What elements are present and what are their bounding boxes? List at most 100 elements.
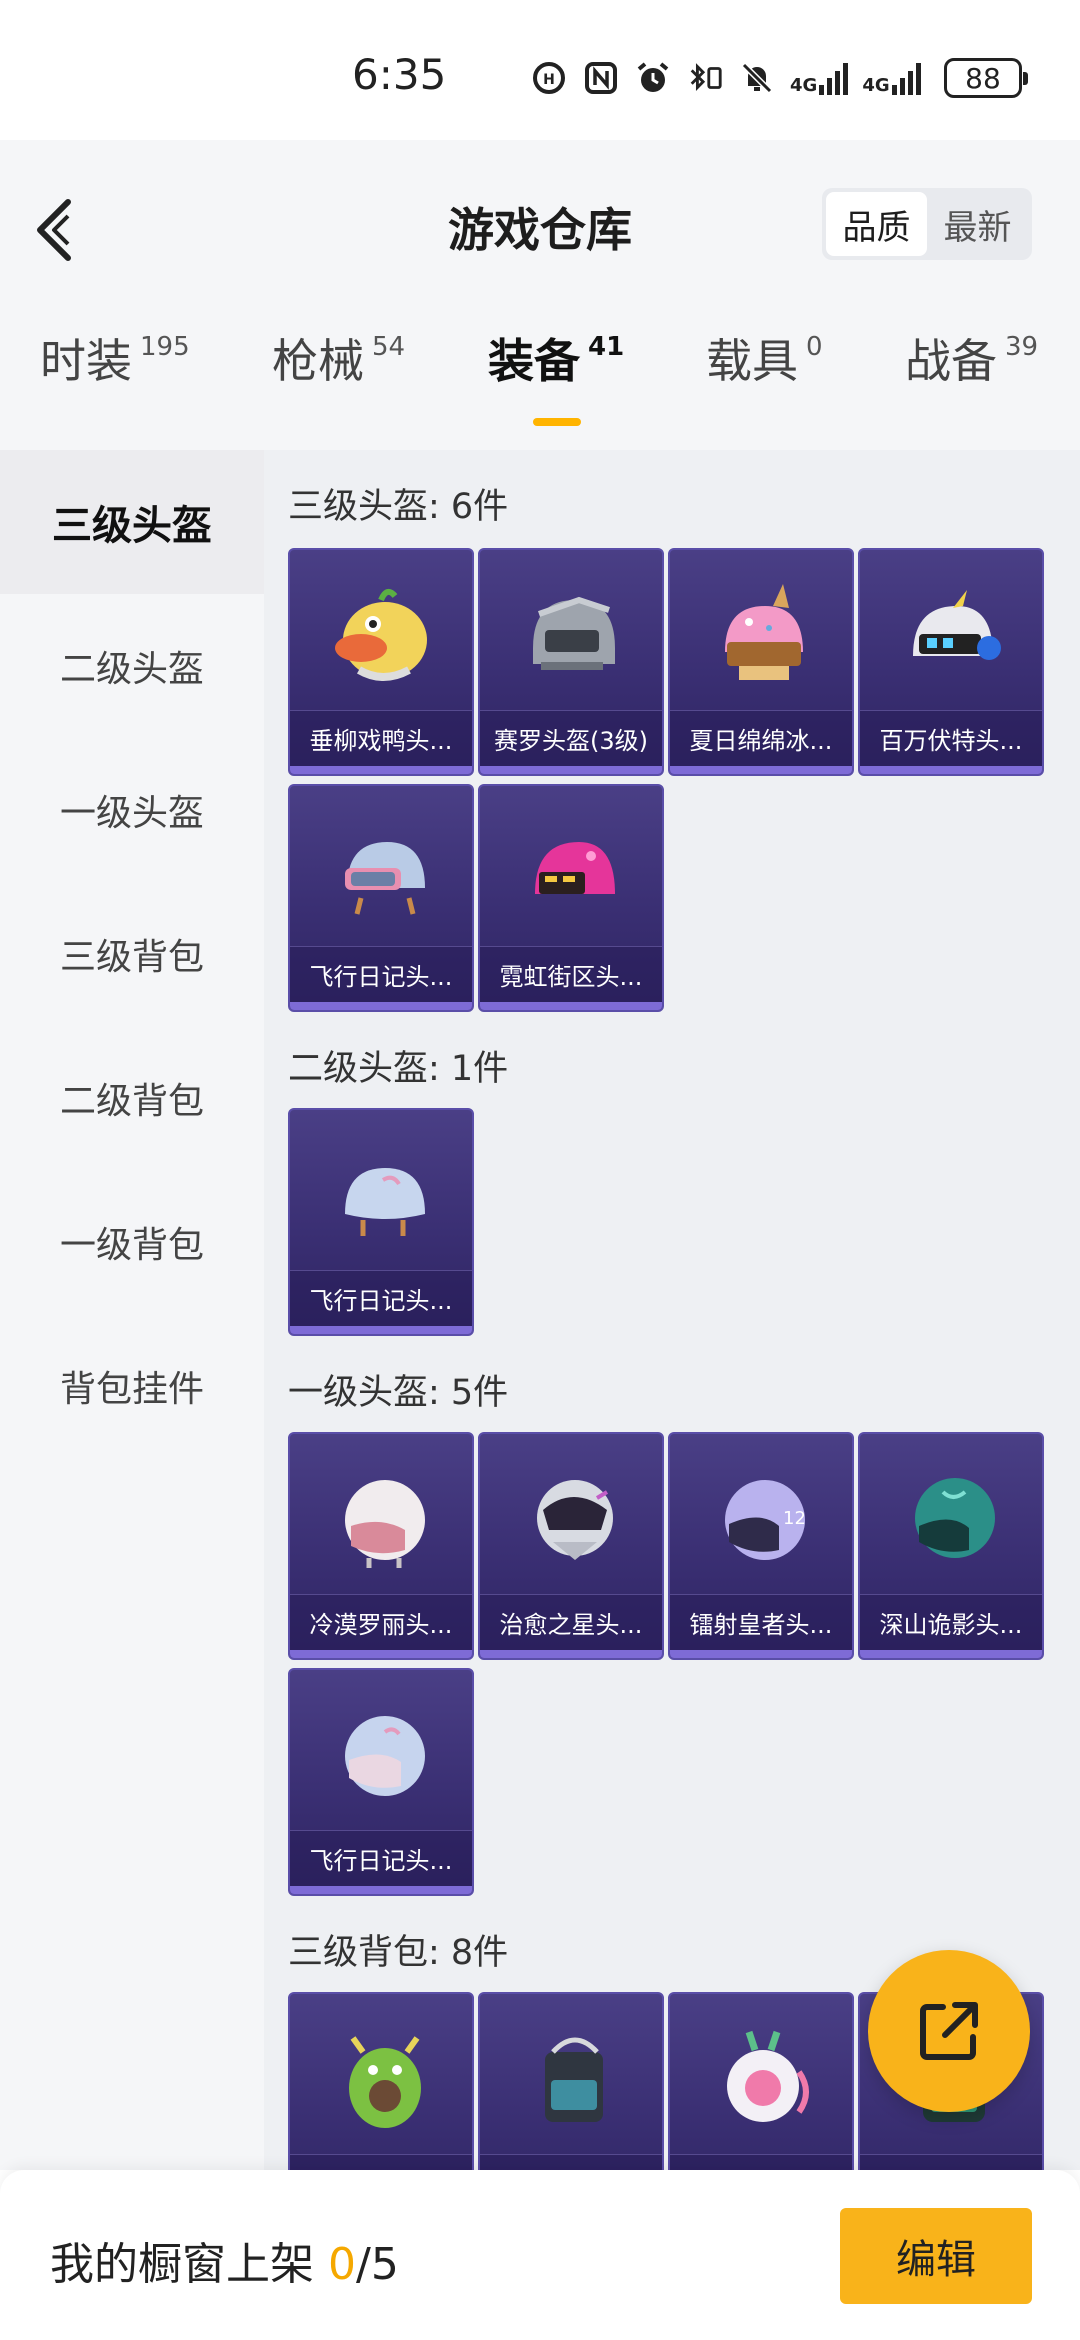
item-name: 霓虹街区头...: [480, 946, 662, 1002]
item-name: 深山诡影头...: [860, 1594, 1042, 1650]
item-card[interactable]: [478, 1992, 664, 2170]
item-name: 镭射皇者头...: [670, 1594, 852, 1650]
tab-label: 载具: [706, 334, 798, 388]
item-card[interactable]: 深山诡影头...: [858, 1432, 1044, 1660]
tab-count: 195: [140, 332, 190, 362]
item-name: 冷漠罗丽头...: [290, 1594, 472, 1650]
battery-indicator: 88: [944, 58, 1028, 98]
svg-text:H: H: [543, 72, 555, 88]
sidebar-item-level3-helmet[interactable]: 三级头盔: [0, 450, 264, 594]
showcase-status: 我的橱窗上架 0/5: [50, 2228, 399, 2292]
level3-helmet-icon: [533, 596, 615, 670]
item-name: 垂柳戏鸭头...: [290, 710, 472, 766]
tab-label: 战备: [905, 334, 997, 388]
teal-helmet-icon: [915, 1478, 995, 1558]
item-card[interactable]: 赛罗头盔(3级): [478, 548, 664, 776]
tab-label: 装备: [488, 334, 580, 388]
data-saver-icon: H: [530, 59, 568, 97]
item-name: [290, 2154, 472, 2170]
tab-count: 54: [372, 332, 406, 362]
flight-helmet-icon: [345, 1716, 425, 1796]
duck-helmet-icon: [335, 588, 427, 681]
item-grid-area[interactable]: 三级头盔: 6件 垂柳戏鸭头... 赛罗头盔(3级) 夏日绵绵冰... 百万伏特…: [264, 450, 1080, 2170]
volt-helmet-icon: [913, 590, 1001, 660]
tab-label: 时装: [40, 334, 132, 388]
tab-count: 41: [588, 332, 625, 362]
item-card[interactable]: 飞行日记头...: [288, 784, 474, 1012]
showcase-label: 我的橱窗上架: [50, 2239, 328, 2290]
item-name: [480, 2154, 662, 2170]
active-tab-indicator: [533, 418, 581, 426]
tab-label: 枪械: [272, 334, 364, 388]
share-external-icon: [920, 2002, 978, 2060]
item-card[interactable]: 冷漠罗丽头...: [288, 1432, 474, 1660]
item-name: [860, 2154, 1042, 2170]
share-button[interactable]: [868, 1950, 1030, 2112]
category-tabs: 时装 195 枪械 54 装备 41 载具 0 战备 39: [0, 332, 1080, 448]
item-name: 赛罗头盔(3级): [480, 710, 662, 766]
subcategory-sidebar: 三级头盔 二级头盔 一级头盔 三级背包 二级背包 一级背包 背包挂件: [0, 450, 264, 2170]
neon-helmet-icon: [535, 842, 615, 894]
page-header: 游戏仓库 品质 最新 时装 195 枪械 54 装备 41 载具 0 战备 39: [0, 140, 1080, 450]
mute-icon: [738, 59, 776, 97]
item-name: 百万伏特头...: [860, 710, 1042, 766]
section-title: 三级背包: 8件: [288, 1933, 509, 1973]
svg-text:12: 12: [783, 1508, 806, 1529]
item-name: 飞行日记头...: [290, 1830, 472, 1886]
sort-by-quality[interactable]: 品质: [826, 192, 927, 256]
section-title: 一级头盔: 5件: [288, 1373, 509, 1413]
star-helmet-icon: [537, 1480, 613, 1560]
laser-helmet-icon: 12: [725, 1480, 806, 1560]
status-bar: 6:35 H 4G 4G 88: [0, 0, 1080, 140]
tab-fashion[interactable]: 时装 195: [40, 332, 190, 448]
signal-2-icon: 4G: [862, 61, 921, 96]
flight-helmet-icon: [345, 1168, 425, 1236]
tab-guns[interactable]: 枪械 54: [272, 332, 405, 448]
item-card[interactable]: [668, 1992, 854, 2170]
section-title: 三级头盔: 6件: [288, 487, 509, 527]
tab-supplies[interactable]: 战备 39: [905, 332, 1038, 448]
sidebar-item-level3-backpack[interactable]: 三级背包: [0, 882, 264, 1026]
sidebar-item-level2-backpack[interactable]: 二级背包: [0, 1026, 264, 1170]
sidebar-item-level1-backpack[interactable]: 一级背包: [0, 1170, 264, 1314]
item-name: 夏日绵绵冰...: [670, 710, 852, 766]
bunny-backpack-icon: [727, 2030, 809, 2122]
sidebar-item-level1-helmet[interactable]: 一级头盔: [0, 738, 264, 882]
tech-backpack-icon: [545, 2037, 603, 2122]
item-card[interactable]: 百万伏特头...: [858, 548, 1044, 776]
icecream-helmet-icon: [725, 584, 803, 680]
item-card[interactable]: 垂柳戏鸭头...: [288, 548, 474, 776]
item-name: 治愈之星头...: [480, 1594, 662, 1650]
showcase-bar: 我的橱窗上架 0/5 编辑: [0, 2170, 1080, 2340]
sidebar-item-backpack-charm[interactable]: 背包挂件: [0, 1314, 264, 1458]
tab-vehicles[interactable]: 载具 0: [706, 332, 823, 448]
item-name: [670, 2154, 852, 2170]
signal-1-icon: 4G: [790, 61, 849, 95]
flight-helmet-icon: [345, 842, 425, 915]
item-card[interactable]: 霓虹街区头...: [478, 784, 664, 1012]
section-title: 二级头盔: 1件: [288, 1049, 509, 1089]
bluetooth-vibrate-icon: [686, 59, 724, 97]
network-type-2: 4G: [862, 75, 890, 96]
item-card[interactable]: [288, 1992, 474, 2170]
tab-count: 39: [1005, 332, 1039, 362]
nfc-icon: [582, 59, 620, 97]
item-card[interactable]: 治愈之星头...: [478, 1432, 664, 1660]
white-helmet-icon: [345, 1480, 425, 1568]
sort-by-newest[interactable]: 最新: [927, 192, 1028, 256]
edit-button[interactable]: 编辑: [840, 2208, 1032, 2304]
item-card[interactable]: 12 镭射皇者头...: [668, 1432, 854, 1660]
sort-toggle: 品质 最新: [822, 188, 1032, 260]
item-card[interactable]: 飞行日记头...: [288, 1668, 474, 1896]
battery-level: 88: [965, 61, 1001, 95]
sidebar-item-level2-helmet[interactable]: 二级头盔: [0, 594, 264, 738]
alarm-icon: [634, 59, 672, 97]
tab-count: 0: [806, 332, 823, 362]
showcase-total: /5: [356, 2239, 399, 2290]
item-card[interactable]: 夏日绵绵冰...: [668, 548, 854, 776]
item-card[interactable]: 飞行日记头...: [288, 1108, 474, 1336]
status-time: 6:35: [352, 50, 447, 99]
item-name: 飞行日记头...: [290, 1270, 472, 1326]
showcase-current-count: 0: [328, 2239, 356, 2290]
tab-equipment[interactable]: 装备 41: [488, 332, 624, 448]
